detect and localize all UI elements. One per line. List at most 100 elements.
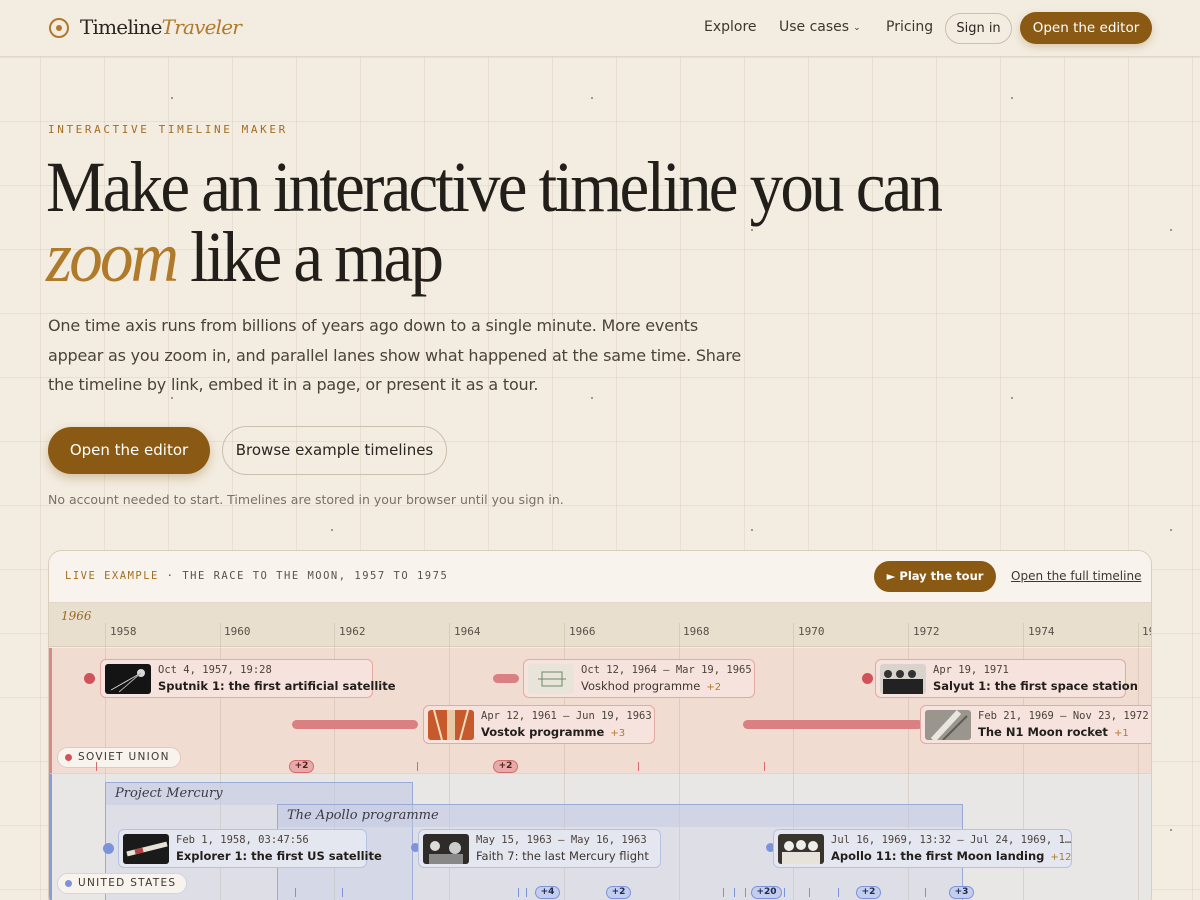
event-more-count: +2 bbox=[706, 682, 722, 693]
event-tick bbox=[295, 888, 296, 897]
lane-label-us[interactable]: UNITED STATES bbox=[57, 873, 188, 894]
axis-current-year: 1966 bbox=[61, 609, 92, 623]
nav-link-explore[interactable]: Explore bbox=[704, 19, 757, 35]
event-card[interactable]: Feb 1, 1958, 03:47:56 Explorer 1: the fi… bbox=[118, 829, 382, 868]
axis-tick: 1968 bbox=[683, 625, 710, 638]
event-thumbnail bbox=[778, 834, 824, 864]
grid-dot bbox=[751, 229, 753, 231]
event-title-text: Sputnik 1: the first artificial satellit… bbox=[158, 679, 396, 693]
event-title: Faith 7: the last Mercury flight bbox=[476, 849, 655, 863]
event-title-text: The N1 Moon rocket bbox=[978, 725, 1108, 739]
event-card[interactable]: Jul 16, 1969, 13:32 – Jul 24, 1969, 1… A… bbox=[773, 829, 1072, 868]
grid-dot bbox=[1011, 97, 1013, 99]
event-thumbnail bbox=[423, 834, 469, 864]
event-cluster[interactable]: +2 bbox=[289, 760, 314, 773]
grid-dot bbox=[1170, 229, 1172, 231]
event-tick bbox=[723, 888, 724, 897]
event-title-text: Apollo 11: the first Moon landing bbox=[831, 849, 1045, 863]
event-card[interactable]: Oct 12, 1964 – Mar 19, 1965 Voskhod prog… bbox=[523, 659, 755, 698]
event-date: Apr 19, 1971 bbox=[933, 664, 1009, 676]
play-tour-button[interactable]: ► Play the tour bbox=[874, 561, 996, 592]
event-title-text: Explorer 1: the first US satellite bbox=[176, 849, 382, 863]
event-tick bbox=[96, 762, 97, 771]
event-thumbnail bbox=[880, 664, 926, 694]
event-thumbnail bbox=[105, 664, 151, 694]
event-date: May 15, 1963 – May 16, 1963 bbox=[476, 834, 647, 846]
event-cluster[interactable]: +20 bbox=[751, 886, 782, 899]
lane-dot bbox=[65, 754, 72, 761]
lane-label-text: SOVIET UNION bbox=[78, 751, 170, 763]
event-more-count: +1 bbox=[1113, 728, 1129, 739]
time-axis[interactable]: 1966 1958 1960 1962 1964 1966 1968 1970 … bbox=[49, 603, 1151, 647]
period-label: Project Mercury bbox=[106, 783, 412, 805]
logo-part2: Traveler bbox=[161, 15, 242, 39]
nav-link-use-cases[interactable]: Use cases ⌄ bbox=[779, 19, 861, 35]
event-title: Apollo 11: the first Moon landing +12 bbox=[831, 849, 1071, 863]
grid-dot bbox=[591, 97, 593, 99]
event-title: Voskhod programme +2 bbox=[581, 679, 721, 693]
event-cluster[interactable]: +3 bbox=[949, 886, 974, 899]
event-cluster[interactable]: +2 bbox=[856, 886, 881, 899]
logo-wordmark[interactable]: TimelineTraveler bbox=[80, 15, 242, 39]
event-card[interactable]: Apr 12, 1961 – Jun 19, 1963 Vostok progr… bbox=[423, 705, 655, 744]
event-title: Vostok programme +3 bbox=[481, 725, 625, 739]
event-card[interactable]: Apr 19, 1971 Salyut 1: the first space s… bbox=[875, 659, 1138, 698]
open-editor-button[interactable]: Open the editor bbox=[48, 427, 210, 474]
hero-title-line1: Make an interactive timeline you can bbox=[46, 147, 943, 227]
example-title: THE RACE TO THE MOON, 1957 TO 1975 bbox=[182, 570, 449, 582]
axis-tick: 1974 bbox=[1028, 625, 1055, 638]
hero-eyebrow: INTERACTIVE TIMELINE MAKER bbox=[48, 123, 288, 136]
event-cluster[interactable]: +4 bbox=[535, 886, 560, 899]
axis-tick: 1962 bbox=[339, 625, 366, 638]
event-date: Feb 1, 1958, 03:47:56 bbox=[176, 834, 309, 846]
event-span-bar[interactable] bbox=[493, 674, 519, 683]
logo-icon[interactable] bbox=[49, 18, 69, 38]
grid-dot bbox=[1170, 829, 1172, 831]
event-tick bbox=[526, 888, 527, 897]
event-title-text: Faith 7: the last Mercury flight bbox=[476, 849, 649, 863]
event-thumbnail bbox=[123, 834, 169, 864]
axis-tick: 1972 bbox=[913, 625, 940, 638]
open-editor-nav-button[interactable]: Open the editor bbox=[1020, 12, 1152, 44]
sign-in-button[interactable]: Sign in bbox=[945, 13, 1012, 44]
event-date: Oct 4, 1957, 19:28 bbox=[158, 664, 272, 676]
example-header: LIVE EXAMPLE · THE RACE TO THE MOON, 195… bbox=[49, 551, 1151, 603]
event-date: Jul 16, 1969, 13:32 – Jul 24, 1969, 1… bbox=[831, 834, 1072, 846]
hero-lede: One time axis runs from billions of year… bbox=[48, 316, 742, 394]
event-date: Apr 12, 1961 – Jun 19, 1963 bbox=[481, 710, 652, 722]
event-tick bbox=[925, 888, 926, 897]
event-cluster[interactable]: +2 bbox=[606, 886, 631, 899]
logo-part1: Timeline bbox=[80, 15, 162, 39]
hero-note: No account needed to start. Timelines ar… bbox=[48, 492, 564, 507]
event-tick bbox=[809, 888, 810, 897]
event-card[interactable]: Oct 4, 1957, 19:28 Sputnik 1: the first … bbox=[100, 659, 396, 698]
nav-link-pricing[interactable]: Pricing bbox=[886, 19, 933, 35]
event-span-bar[interactable] bbox=[292, 720, 418, 729]
event-title: Salyut 1: the first space station bbox=[933, 679, 1144, 693]
event-marker[interactable] bbox=[84, 673, 95, 684]
event-card[interactable]: Feb 21, 1969 – Nov 23, 1972 The N1 Moon … bbox=[920, 705, 1151, 744]
event-title: Sputnik 1: the first artificial satellit… bbox=[158, 679, 402, 693]
live-example-card: LIVE EXAMPLE · THE RACE TO THE MOON, 195… bbox=[48, 550, 1152, 900]
grid-dot bbox=[1011, 397, 1013, 399]
grid-dot bbox=[171, 97, 173, 99]
event-more-count: +12 bbox=[1050, 852, 1072, 863]
axis-tick: 1964 bbox=[454, 625, 481, 638]
example-label: LIVE EXAMPLE · THE RACE TO THE MOON, 195… bbox=[65, 570, 448, 582]
event-more-count: +3 bbox=[610, 728, 626, 739]
example-separator: · bbox=[158, 570, 183, 582]
event-title-text: Salyut 1: the first space station bbox=[933, 679, 1138, 693]
period-label: The Apollo programme bbox=[278, 805, 962, 827]
event-marker[interactable] bbox=[862, 673, 873, 684]
browse-examples-button[interactable]: Browse example timelines bbox=[222, 426, 447, 475]
event-tick bbox=[764, 762, 765, 771]
event-title-text: Vostok programme bbox=[481, 725, 605, 739]
event-thumbnail bbox=[528, 664, 574, 694]
event-marker[interactable] bbox=[103, 843, 114, 854]
event-card[interactable]: May 15, 1963 – May 16, 1963 Faith 7: the… bbox=[418, 829, 661, 868]
event-span-bar[interactable] bbox=[743, 720, 923, 729]
hero-title-zoom: zoom bbox=[46, 217, 179, 297]
open-full-timeline-link[interactable]: Open the full timeline bbox=[1011, 569, 1141, 583]
lane-label-soviet[interactable]: SOVIET UNION bbox=[57, 747, 181, 768]
event-cluster[interactable]: +2 bbox=[493, 760, 518, 773]
